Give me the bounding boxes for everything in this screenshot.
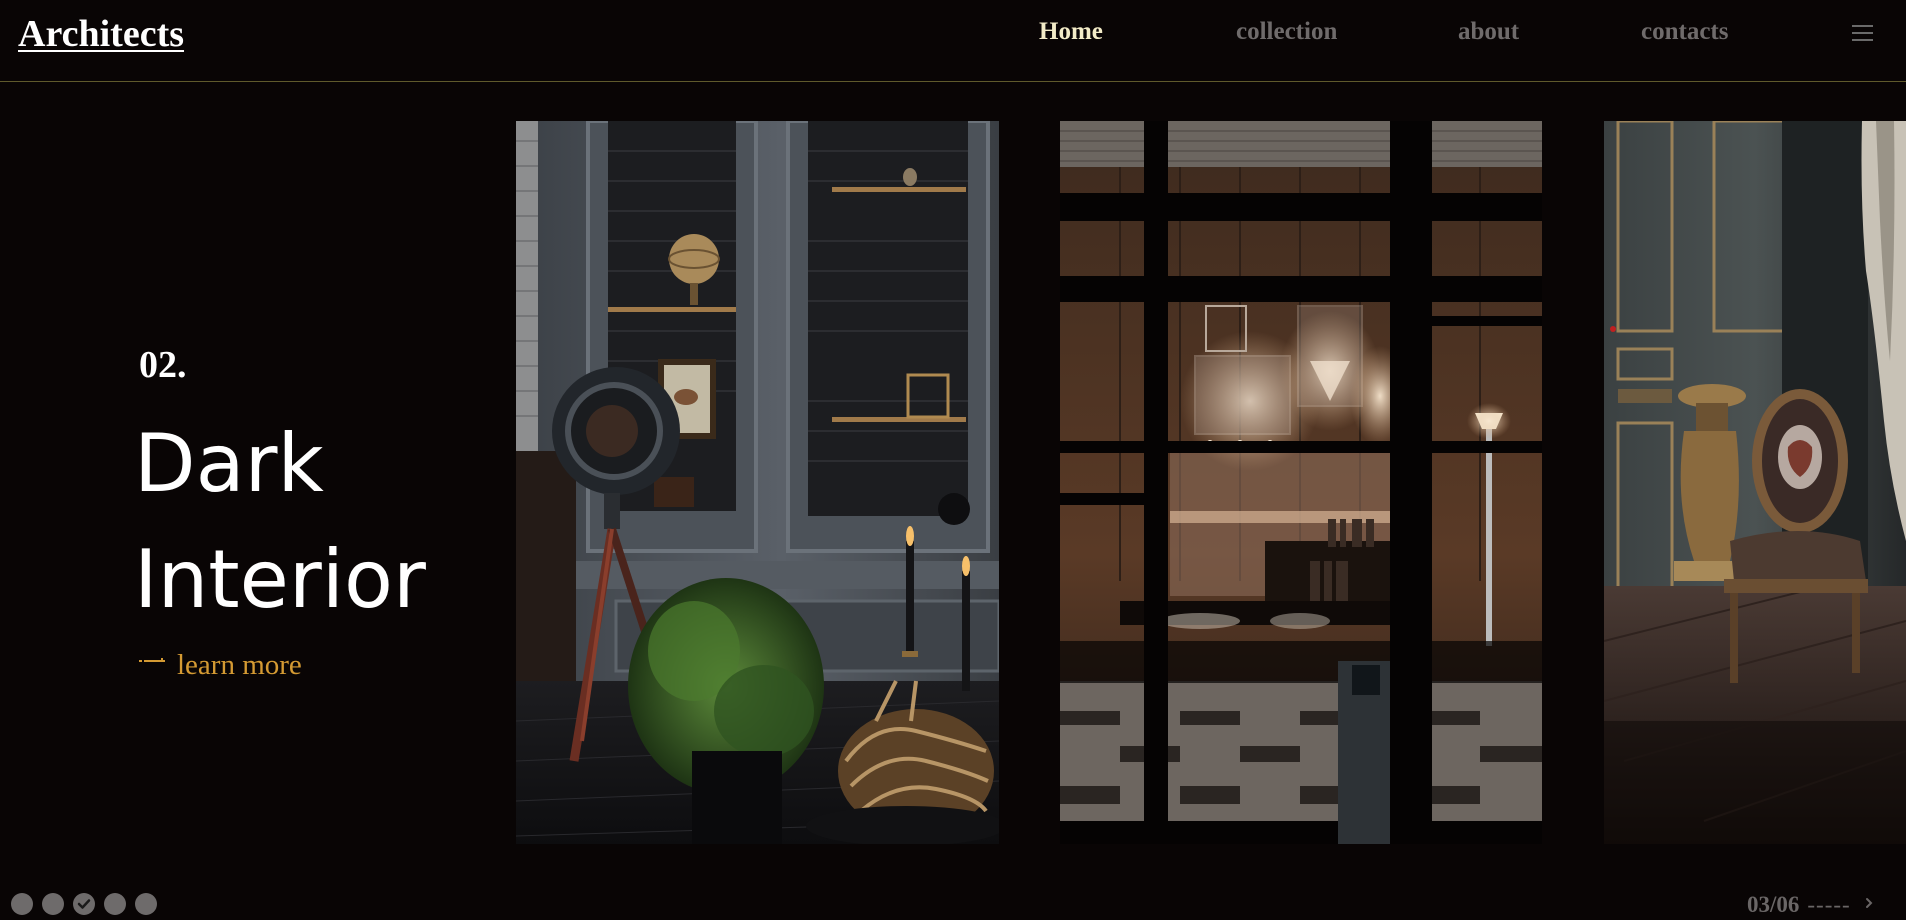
dash-line-icon xyxy=(139,658,165,662)
nav-contacts[interactable]: contacts xyxy=(1641,18,1728,46)
hamburger-icon[interactable] xyxy=(1852,25,1873,41)
pagination-dot[interactable] xyxy=(135,893,157,915)
checkmark-icon xyxy=(77,899,91,909)
nav-home[interactable]: Home xyxy=(1039,18,1103,46)
glass-doors-image xyxy=(1060,121,1542,844)
pagination-dot-active[interactable] xyxy=(73,893,95,915)
gallery-card-living-room[interactable] xyxy=(516,121,999,844)
classic-chair-image xyxy=(1604,121,1906,844)
slide-title-line1: Dark xyxy=(134,417,324,510)
slide-number: 02. xyxy=(139,344,187,386)
logo[interactable]: Architects xyxy=(18,12,184,56)
pagination-dot[interactable] xyxy=(11,893,33,915)
slide-counter: 03/06 ----- xyxy=(1747,892,1851,918)
pagination-dot[interactable] xyxy=(104,893,126,915)
gallery-card-glass-doors[interactable] xyxy=(1060,121,1542,844)
learn-more-label: learn more xyxy=(177,649,302,681)
chevron-right-icon[interactable] xyxy=(1863,896,1875,910)
slide-counter-value: 03/06 xyxy=(1747,892,1800,917)
slide-title-line2: Interior xyxy=(134,533,426,626)
nav-collection[interactable]: collection xyxy=(1236,18,1337,46)
gallery-card-classic-chair[interactable] xyxy=(1604,121,1906,844)
slide-counter-separator: ----- xyxy=(1807,892,1851,917)
living-room-image xyxy=(516,121,999,844)
nav-about[interactable]: about xyxy=(1458,18,1519,46)
pagination-dot[interactable] xyxy=(42,893,64,915)
header: Architects Home collection about contact… xyxy=(0,0,1906,82)
